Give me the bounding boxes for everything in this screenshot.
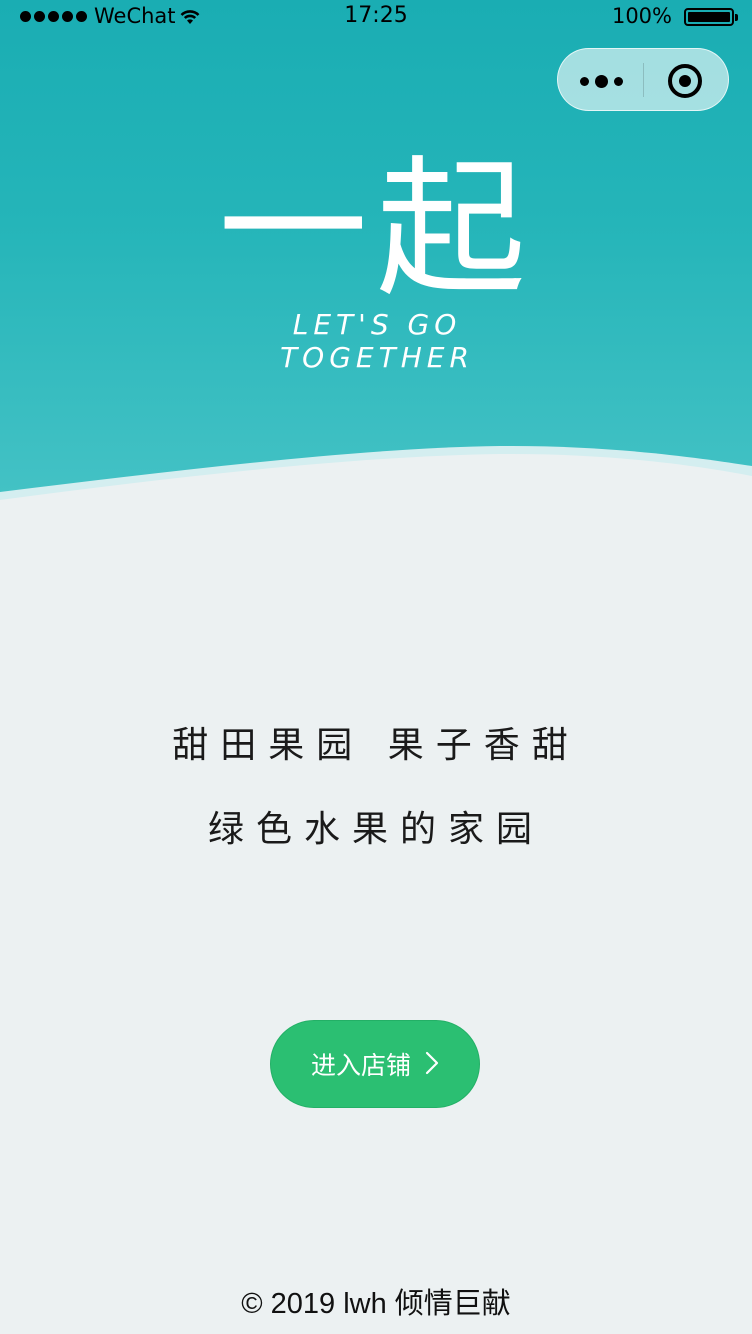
- capsule-divider: [643, 63, 644, 97]
- chevron-right-icon: [425, 1051, 439, 1074]
- hero-logo: 一起 LET'S GO TOGETHER: [176, 143, 576, 374]
- battery-icon: [684, 8, 738, 26]
- slogan-line-1: 甜田果园 果子香甜: [172, 725, 580, 766]
- more-dots-icon[interactable]: [580, 75, 623, 88]
- battery-percent: 100%: [611, 4, 672, 28]
- status-bar: WeChat 17:25 100%: [0, 0, 752, 34]
- miniprogram-capsule: [557, 48, 729, 111]
- enter-store-button[interactable]: 进入店铺: [270, 1020, 480, 1108]
- logo-subtitle: LET'S GO TOGETHER: [280, 308, 474, 374]
- logo-title: 一起: [217, 143, 534, 317]
- footer-credit: © 2019 lwh 倾情巨献: [241, 1288, 511, 1320]
- hero-wave: [0, 445, 752, 520]
- target-close-icon[interactable]: [668, 64, 702, 98]
- enter-store-label: 进入店铺: [310, 1051, 411, 1080]
- slogan-line-2: 绿色水果的家园: [207, 809, 544, 850]
